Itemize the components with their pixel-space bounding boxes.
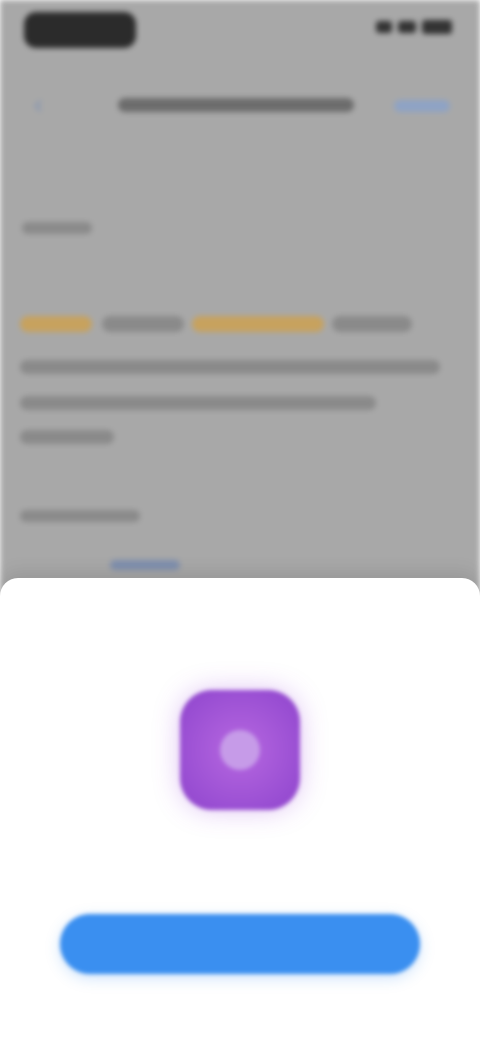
nav-action-link[interactable] (394, 100, 450, 112)
battery-icon (422, 20, 452, 34)
app-icon (180, 690, 300, 810)
status-bar (0, 0, 480, 60)
bg-text-line (110, 560, 180, 570)
wifi-icon (398, 21, 416, 33)
bg-highlight-line (192, 316, 324, 332)
status-icons (376, 20, 452, 34)
background-screen: ‹ (0, 0, 480, 600)
bg-text-line (20, 360, 440, 374)
app-icon-glyph (220, 730, 260, 770)
nav-title (118, 98, 354, 112)
bg-text-line (22, 222, 92, 234)
bg-text-line (102, 316, 184, 332)
bg-text-line (20, 430, 114, 444)
back-icon[interactable]: ‹ (34, 90, 62, 118)
status-time (24, 12, 136, 48)
bottom-sheet (0, 578, 480, 1040)
bg-text-line (20, 396, 376, 410)
bg-highlight-line (20, 316, 92, 332)
bg-text-line (20, 510, 140, 522)
signal-icon (376, 21, 392, 33)
bg-text-line (332, 316, 412, 332)
primary-button[interactable] (60, 914, 420, 974)
